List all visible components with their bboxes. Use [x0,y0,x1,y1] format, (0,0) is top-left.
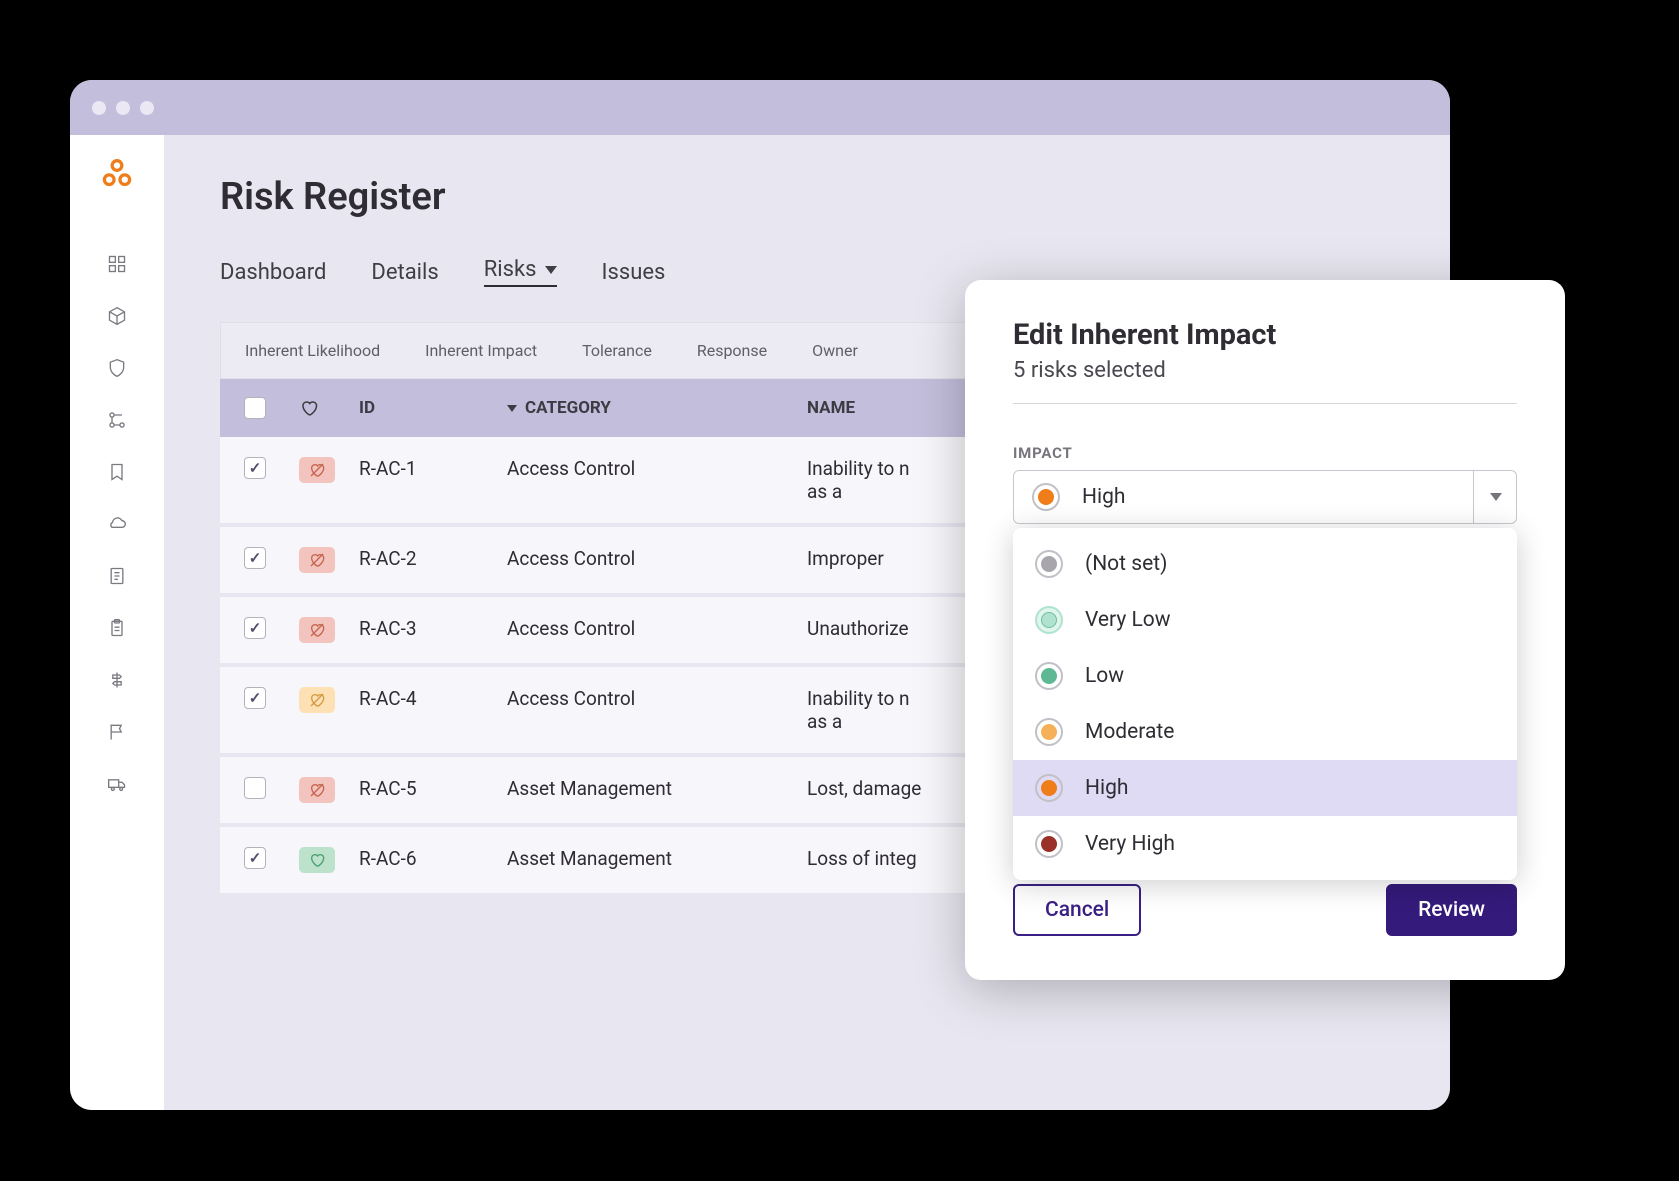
risk-id: R-AC-4 [359,687,507,710]
risk-health-badge [299,777,335,803]
filter-likelihood[interactable]: Inherent Likelihood [245,341,380,360]
modal-title: Edit Inherent Impact [1013,318,1517,352]
dot-icon [1035,830,1063,858]
document-icon[interactable] [106,565,128,587]
risk-health-badge [299,547,335,573]
impact-option[interactable]: High [1013,760,1517,816]
impact-option[interactable]: Moderate [1013,704,1517,760]
risk-category: Access Control [507,547,807,570]
clipboard-icon[interactable] [106,617,128,639]
impact-option[interactable]: (Not set) [1013,536,1517,592]
tab-risks[interactable]: Risks [484,257,557,287]
modal-subtitle: 5 risks selected [1013,358,1517,404]
tab-dashboard[interactable]: Dashboard [220,257,326,287]
page-title: Risk Register [220,175,1450,219]
filter-owner[interactable]: Owner [812,341,858,360]
impact-option[interactable]: Very High [1013,816,1517,872]
heart-icon [299,399,319,417]
col-category-label: CATEGORY [525,398,611,418]
network-icon[interactable] [106,409,128,431]
risk-health-badge [299,847,335,873]
risk-category: Access Control [507,457,807,480]
tab-risks-label: Risks [484,257,537,282]
signpost-icon[interactable] [106,669,128,691]
risk-category: Asset Management [507,847,807,870]
risk-health-badge [299,617,335,643]
edit-impact-modal: Edit Inherent Impact 5 risks selected IM… [965,280,1565,980]
risk-id: R-AC-1 [359,457,507,480]
shield-icon[interactable] [106,357,128,379]
chevron-down-icon [545,266,557,274]
row-checkbox[interactable] [244,617,266,639]
cube-icon[interactable] [106,305,128,327]
truck-icon[interactable] [106,773,128,795]
impact-option-label: Very Low [1085,608,1171,632]
dashboard-icon[interactable] [106,253,128,275]
impact-option-label: High [1085,776,1128,800]
window-dot [140,101,154,115]
dot-icon [1035,774,1063,802]
window-dot [92,101,106,115]
review-button[interactable]: Review [1386,884,1517,936]
impact-select[interactable]: High [1013,470,1517,524]
titlebar [70,80,1450,135]
risk-health-badge [299,687,335,713]
impact-option-label: Moderate [1085,720,1174,744]
risk-id: R-AC-2 [359,547,507,570]
tab-issues[interactable]: Issues [602,257,666,287]
cancel-button[interactable]: Cancel [1013,884,1141,936]
dot-icon [1035,662,1063,690]
risk-category: Asset Management [507,777,807,800]
chevron-down-icon [1473,470,1517,524]
dot-icon [1035,550,1063,578]
impact-option-label: (Not set) [1085,552,1167,576]
risk-category: Access Control [507,687,807,710]
impact-label: IMPACT [1013,444,1517,462]
bookmark-icon[interactable] [106,461,128,483]
impact-option[interactable]: Very Low [1013,592,1517,648]
risk-id: R-AC-3 [359,617,507,640]
col-id[interactable]: ID [359,398,507,418]
dot-icon [1035,606,1063,634]
risk-category: Access Control [507,617,807,640]
filter-response[interactable]: Response [697,341,767,360]
risk-id: R-AC-5 [359,777,507,800]
cloud-icon[interactable] [106,513,128,535]
dot-icon [1035,718,1063,746]
filter-tolerance[interactable]: Tolerance [582,341,652,360]
flag-icon[interactable] [106,721,128,743]
filter-impact[interactable]: Inherent Impact [425,341,537,360]
sort-caret-icon [507,405,517,412]
window-dot [116,101,130,115]
select-all-checkbox[interactable] [244,397,266,419]
tab-details[interactable]: Details [371,257,438,287]
row-checkbox[interactable] [244,777,266,799]
row-checkbox[interactable] [244,687,266,709]
risk-id: R-AC-6 [359,847,507,870]
logo-icon [100,157,134,195]
dot-icon [1032,483,1060,511]
row-checkbox[interactable] [244,547,266,569]
impact-option[interactable]: Low [1013,648,1517,704]
row-checkbox[interactable] [244,457,266,479]
impact-selected-value: High [1082,485,1125,509]
col-category[interactable]: CATEGORY [507,398,807,418]
impact-dropdown: (Not set) Very Low Low Moderate High Ver… [1013,528,1517,880]
row-checkbox[interactable] [244,847,266,869]
sidebar [70,135,165,1110]
impact-option-label: Very High [1085,832,1175,856]
risk-health-badge [299,457,335,483]
impact-option-label: Low [1085,664,1124,688]
